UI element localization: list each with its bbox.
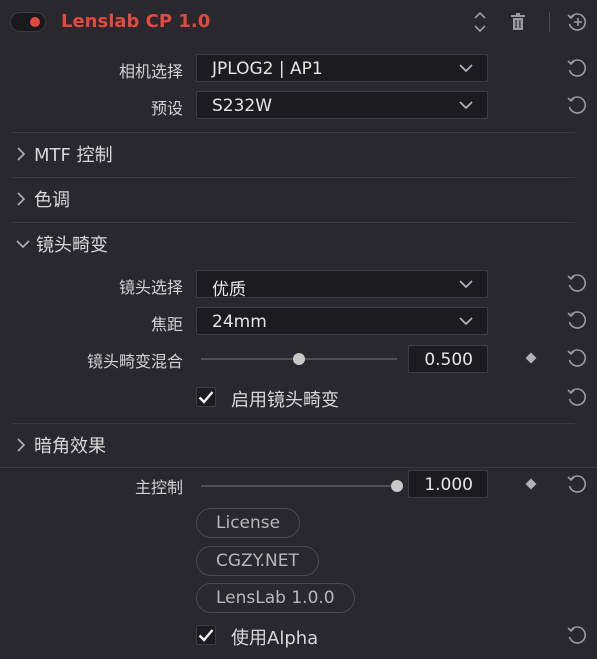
lens-select-label: 镜头选择 (118, 278, 183, 297)
plugin-title: Lenslab CP 1.0 (61, 11, 211, 32)
enable-toggle[interactable] (10, 12, 46, 32)
section-tone[interactable]: 色调 (16, 187, 70, 211)
checkmark-icon (198, 629, 214, 642)
chevron-down-icon (16, 240, 30, 249)
focal-length-label: 焦距 (150, 315, 183, 334)
reset-icon[interactable] (566, 347, 588, 369)
checkmark-icon (198, 391, 214, 404)
reset-icon[interactable] (566, 272, 588, 294)
master-control-input[interactable]: 1.000 (408, 470, 488, 498)
license-button[interactable]: License (196, 508, 301, 538)
reset-icon[interactable] (566, 624, 588, 646)
keyframe-diamond-icon[interactable] (525, 478, 537, 490)
chevron-right-icon (17, 192, 26, 206)
use-alpha-checkbox[interactable] (196, 625, 216, 645)
use-alpha-label: 使用Alpha (231, 628, 319, 649)
expand-collapse-icon[interactable] (471, 9, 489, 35)
panel-header: Lenslab CP 1.0 (0, 0, 597, 44)
chevron-down-icon (459, 64, 473, 73)
lens-select[interactable]: 优质 (196, 270, 488, 300)
preset-select-value: S232W (212, 96, 273, 116)
section-tone-label: 色调 (34, 190, 70, 211)
master-control-label: 主控制 (134, 478, 183, 497)
chevron-right-icon (17, 147, 26, 161)
section-vignette-label: 暗角效果 (34, 436, 106, 457)
focal-length-select[interactable]: 24mm (196, 307, 488, 335)
toggle-indicator (30, 17, 40, 27)
distortion-mix-slider-thumb[interactable] (293, 353, 305, 365)
distortion-mix-input[interactable]: 0.500 (408, 345, 488, 373)
reset-icon[interactable] (566, 386, 588, 408)
section-mtf[interactable]: MTF 控制 (16, 142, 113, 166)
reset-all-icon[interactable] (566, 11, 588, 33)
chevron-down-icon (459, 101, 473, 110)
reset-icon[interactable] (566, 309, 588, 331)
preset-select[interactable]: S232W (196, 91, 488, 119)
master-control-slider[interactable] (201, 485, 397, 487)
chevron-down-icon (459, 280, 473, 289)
trash-icon[interactable] (508, 12, 528, 32)
camera-select-label: 相机选择 (118, 62, 183, 81)
version-button[interactable]: LensLab 1.0.0 (196, 583, 355, 613)
focal-length-value: 24mm (212, 312, 267, 332)
header-separator (549, 12, 550, 32)
camera-select[interactable]: JPLOG2 | AP1 (196, 54, 488, 82)
enable-distortion-checkbox[interactable] (196, 387, 216, 407)
master-control-value: 1.000 (424, 475, 473, 495)
divider (0, 467, 597, 468)
section-distortion[interactable]: 镜头畸变 (16, 232, 108, 256)
website-button[interactable]: CGZY.NET (196, 546, 319, 576)
lens-select-value: 优质 (212, 280, 246, 300)
divider (12, 423, 575, 424)
reset-icon[interactable] (566, 57, 588, 79)
reset-icon[interactable] (566, 94, 588, 116)
divider (12, 177, 575, 178)
chevron-down-icon (459, 317, 473, 326)
enable-distortion-label: 启用镜头畸变 (231, 390, 339, 411)
preset-label: 预设 (150, 99, 183, 118)
section-mtf-label: MTF 控制 (34, 145, 113, 166)
chevron-right-icon (17, 438, 26, 452)
keyframe-diamond-icon[interactable] (525, 352, 537, 364)
distortion-mix-label: 镜头畸变混合 (86, 352, 183, 371)
section-distortion-label: 镜头畸变 (36, 235, 108, 256)
master-control-slider-thumb[interactable] (391, 480, 403, 492)
camera-select-value: JPLOG2 | AP1 (212, 59, 323, 79)
plugin-panel: Lenslab CP 1.0 相机选择 JPLOG2 | AP1 预设 S232… (0, 0, 597, 659)
section-vignette[interactable]: 暗角效果 (16, 433, 106, 457)
divider (12, 132, 575, 133)
divider (12, 222, 575, 223)
distortion-mix-value: 0.500 (424, 350, 473, 370)
reset-icon[interactable] (566, 473, 588, 495)
